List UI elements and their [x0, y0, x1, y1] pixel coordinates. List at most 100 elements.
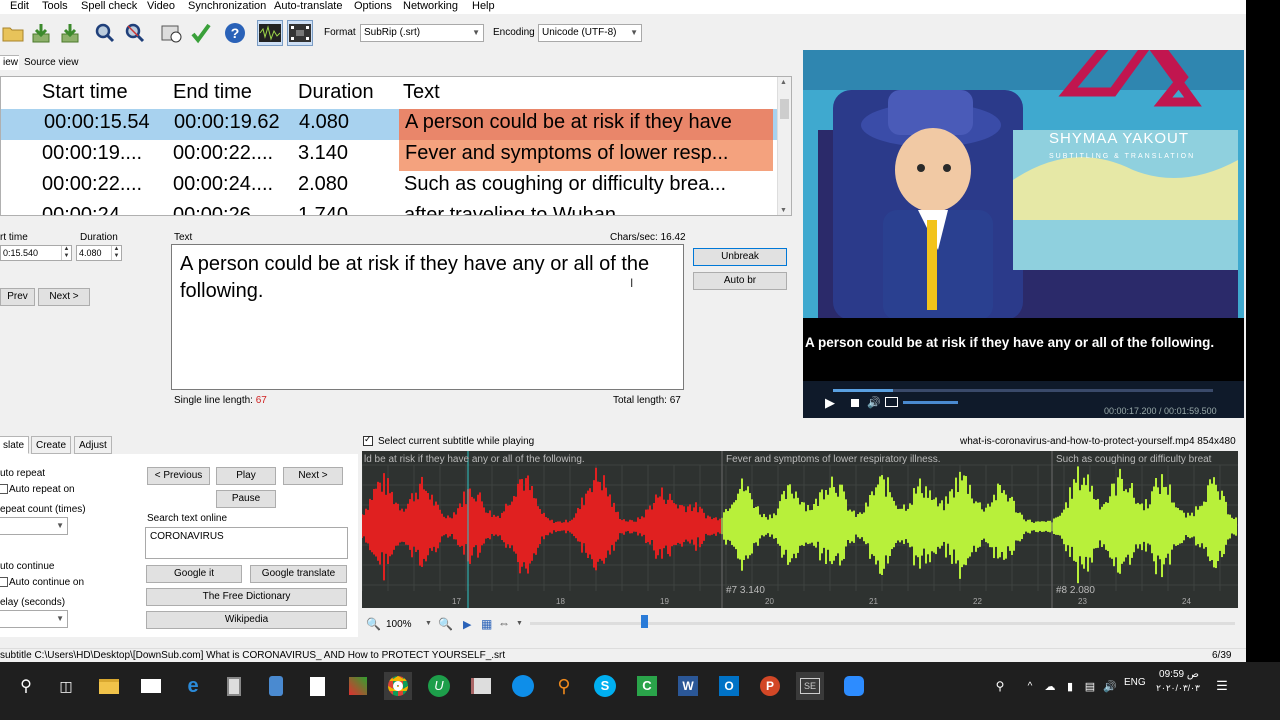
volume-icon[interactable]: 🔊: [867, 396, 881, 409]
delay-select[interactable]: ▼: [0, 610, 68, 628]
clock-date[interactable]: ٢٠٢٠/٠٣/٠٣: [1150, 683, 1206, 694]
auto-repeat-checkbox[interactable]: [0, 484, 8, 494]
document-icon[interactable]: [303, 672, 331, 700]
scroll-up-icon[interactable]: ▲: [780, 79, 787, 86]
header-duration[interactable]: Duration: [298, 81, 374, 104]
paint-icon[interactable]: [262, 672, 290, 700]
header-start-time[interactable]: Start time: [42, 81, 128, 104]
scroll-thumb[interactable]: [780, 99, 789, 119]
search-tool-icon[interactable]: ⚲: [550, 672, 578, 700]
subtitle-text-editor[interactable]: A person could be at risk if they have a…: [171, 244, 684, 390]
upwork-icon[interactable]: U: [425, 672, 453, 700]
calculator-icon[interactable]: [220, 672, 248, 700]
spell-check-icon[interactable]: [188, 20, 214, 46]
tab-create[interactable]: Create: [31, 436, 72, 454]
menu-auto-translate[interactable]: Auto-translate: [274, 0, 342, 13]
download-alt-icon[interactable]: [57, 20, 83, 46]
header-end-time[interactable]: End time: [173, 81, 252, 104]
zoom-out-icon[interactable]: 🔍: [366, 617, 381, 631]
menu-synchronization[interactable]: Synchronization: [188, 0, 266, 13]
book-reader-icon[interactable]: [467, 672, 495, 700]
unbreak-button[interactable]: Unbreak: [693, 248, 787, 266]
spin-arrows-icon[interactable]: ▲ ▼: [111, 246, 121, 260]
duration-field[interactable]: 4.080 ▲ ▼: [76, 245, 122, 261]
audio-waveform[interactable]: ld be at risk if they have any or all of…: [362, 451, 1238, 608]
google-it-button[interactable]: Google it: [146, 565, 242, 583]
powerpoint-icon[interactable]: P: [756, 672, 784, 700]
zoom-level[interactable]: 100%: [386, 619, 412, 630]
encoding-select[interactable]: Unicode (UTF-8) ▼: [538, 24, 642, 42]
next-subtitle-button[interactable]: Next >: [283, 467, 343, 485]
search-icon[interactable]: ⚲: [12, 672, 40, 700]
wikipedia-button[interactable]: Wikipedia: [146, 611, 347, 629]
table-row[interactable]: 00:00:19.... 00:00:22.... 3.140 Fever an…: [1, 140, 777, 171]
download-icon[interactable]: [28, 20, 54, 46]
menu-spell-check[interactable]: Spell check: [81, 0, 137, 13]
visual-sync-icon[interactable]: [158, 20, 184, 46]
menu-video[interactable]: Video: [147, 0, 175, 13]
file-explorer-icon[interactable]: [95, 672, 123, 700]
zoom-in-icon[interactable]: 🔍: [438, 617, 453, 631]
grid-icon[interactable]: ▦: [481, 617, 492, 631]
chevron-down-icon[interactable]: ▼: [516, 620, 523, 627]
spin-arrows-icon[interactable]: ▲ ▼: [61, 246, 71, 260]
scroll-down-icon[interactable]: ▼: [780, 207, 787, 214]
header-text[interactable]: Text: [403, 81, 440, 104]
prev-button[interactable]: Prev: [0, 288, 35, 306]
menu-tools[interactable]: Tools: [42, 0, 68, 13]
google-translate-button[interactable]: Google translate: [250, 565, 347, 583]
tab-source-view[interactable]: Source view: [19, 55, 84, 70]
table-row[interactable]: 00:00:15.54 00:00:19.62 4.080 A person c…: [1, 109, 777, 140]
tab-translate[interactable]: slate: [0, 436, 30, 454]
format-select[interactable]: SubRip (.srt) ▼: [360, 24, 484, 42]
position-slider-thumb[interactable]: [641, 615, 648, 628]
start-time-field[interactable]: 0:15.540 ▲ ▼: [0, 245, 72, 261]
help-icon[interactable]: ?: [222, 20, 248, 46]
pause-button[interactable]: Pause: [216, 490, 276, 508]
play-selection-icon[interactable]: ▶: [463, 618, 471, 631]
play-button[interactable]: Play: [216, 467, 276, 485]
task-view-icon[interactable]: ◫: [52, 672, 80, 700]
tab-adjust[interactable]: Adjust: [74, 436, 112, 454]
table-row[interactable]: 00:00:22.... 00:00:24.... 2.080 Such as …: [1, 171, 777, 202]
clock-time[interactable]: 09:59 ص: [1156, 669, 1202, 680]
grid-scrollbar[interactable]: ▲ ▼: [777, 77, 791, 215]
replace-icon[interactable]: [122, 20, 148, 46]
app-launcher-icon[interactable]: [344, 672, 372, 700]
notification-icon[interactable]: ☰: [1208, 672, 1236, 700]
position-slider[interactable]: [530, 622, 1235, 625]
search-text-input[interactable]: CORONAVIRUS: [145, 527, 348, 559]
outlook-icon[interactable]: O: [715, 672, 743, 700]
next-button[interactable]: Next >: [38, 288, 90, 306]
skype-icon[interactable]: S: [591, 672, 619, 700]
stop-icon[interactable]: [851, 399, 859, 407]
people-icon[interactable]: ⚲: [986, 672, 1014, 700]
camtasia-icon[interactable]: C: [633, 672, 661, 700]
repeat-count-select[interactable]: ▼: [0, 517, 68, 535]
menu-networking[interactable]: Networking: [403, 0, 458, 13]
auto-continue-checkbox[interactable]: [0, 577, 8, 587]
mail-icon[interactable]: [137, 672, 165, 700]
fullscreen-icon[interactable]: [885, 397, 898, 407]
volume-icon[interactable]: 🔊: [1096, 672, 1124, 700]
shift-icon[interactable]: ⇔: [498, 616, 510, 630]
auto-break-button[interactable]: Auto br: [693, 272, 787, 290]
video-toggle-icon[interactable]: [287, 20, 313, 46]
chevron-down-icon[interactable]: ▼: [425, 620, 432, 627]
open-folder-icon[interactable]: [0, 20, 26, 46]
menu-help[interactable]: Help: [472, 0, 495, 13]
volume-slider[interactable]: [903, 401, 958, 404]
find-icon[interactable]: [92, 20, 118, 46]
play-icon[interactable]: ▶: [825, 395, 835, 411]
zoom-app-icon[interactable]: [840, 672, 868, 700]
free-dictionary-button[interactable]: The Free Dictionary: [146, 588, 347, 606]
table-row[interactable]: 00:00:24.... 00:00:26.... 1.740 after tr…: [1, 202, 777, 215]
teamviewer-icon[interactable]: [509, 672, 537, 700]
video-player[interactable]: SHYMAA YAKOUT SUBTITLING & TRANSLATION A…: [803, 50, 1244, 418]
word-icon[interactable]: W: [674, 672, 702, 700]
select-subtitle-checkbox[interactable]: ✓: [363, 434, 373, 446]
subtitle-edit-icon[interactable]: SE: [796, 672, 824, 700]
chrome-icon[interactable]: [384, 672, 412, 700]
menu-options[interactable]: Options: [354, 0, 392, 13]
waveform-toggle-icon[interactable]: [257, 20, 283, 46]
